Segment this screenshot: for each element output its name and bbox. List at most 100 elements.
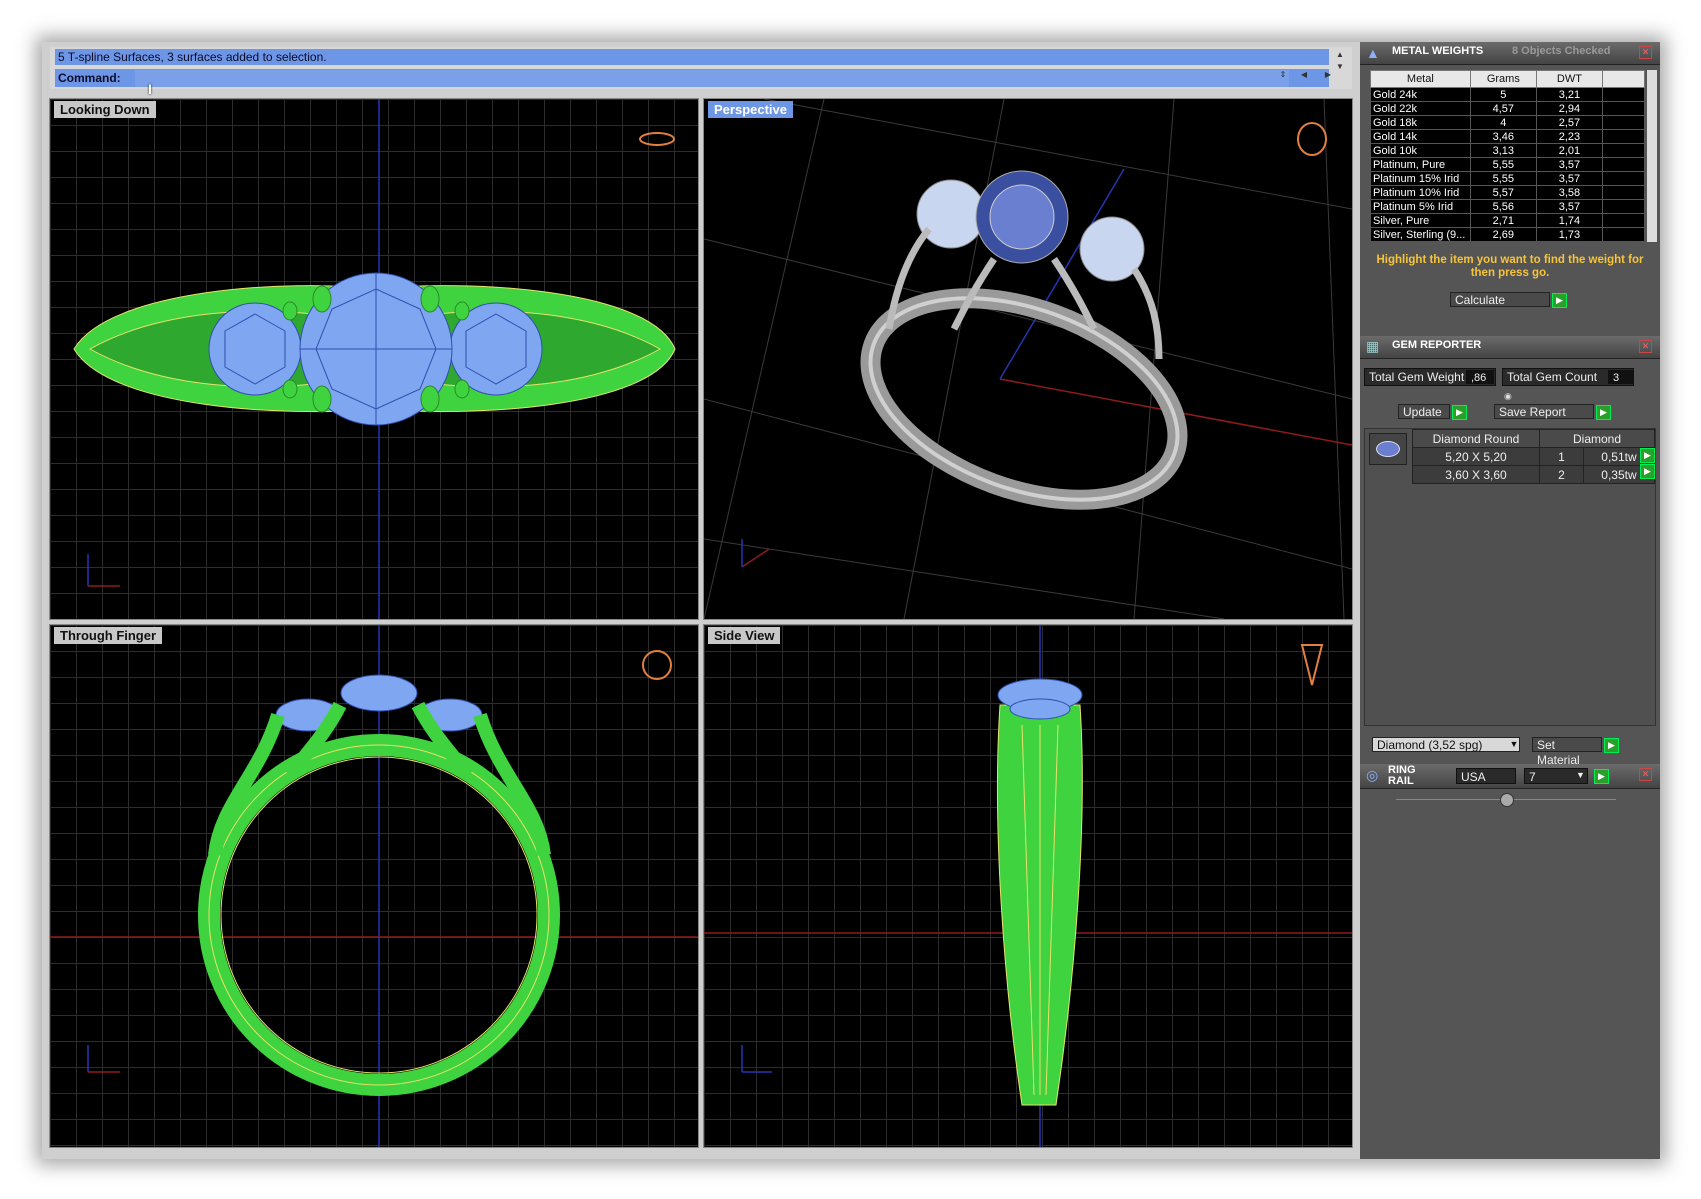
save-report-go-button[interactable]: ▶: [1596, 405, 1611, 420]
dwt-value: 2,94: [1535, 101, 1603, 116]
dwt-value: 3,57: [1535, 199, 1603, 214]
ring-rail-icon: ◎: [1366, 767, 1379, 783]
viewport-looking-down[interactable]: Looking Down: [49, 98, 699, 620]
update-go-button[interactable]: ▶: [1452, 405, 1467, 420]
viewport-perspective[interactable]: Perspective: [703, 98, 1353, 620]
command-input[interactable]: [135, 70, 1289, 87]
diamond-icon: [1376, 441, 1400, 457]
perspective-render: [704, 99, 1352, 619]
dwt-value: 1,73: [1535, 227, 1603, 242]
ring-rail-title: RING RAIL: [1388, 764, 1416, 787]
close-icon[interactable]: ✕: [1639, 46, 1652, 59]
gem-reporter-header[interactable]: ▦ GEM REPORTER ✕: [1360, 336, 1660, 359]
grams-value: 5,56: [1469, 199, 1537, 214]
gem-row-go-button[interactable]: ▶: [1640, 448, 1655, 463]
metal-name: Silver, Pure: [1370, 213, 1471, 228]
table-row[interactable]: Gold 22k 4,57 2,94: [1370, 101, 1646, 116]
empty-cell: [1601, 129, 1646, 144]
empty-cell: [1601, 87, 1646, 102]
scroll-left-icon[interactable]: ◀: [1298, 69, 1310, 81]
empty-cell: [1601, 101, 1646, 116]
column-header-metal[interactable]: Metal: [1370, 70, 1471, 88]
gem-size: 3,60 X 3,60: [1412, 465, 1540, 484]
metal-weights-header[interactable]: ▲ METAL WEIGHTS 8 Objects Checked ✕: [1360, 42, 1660, 65]
collapse-handle-icon[interactable]: ◉: [1504, 391, 1516, 401]
column-header-grams[interactable]: Grams: [1469, 70, 1537, 88]
empty-cell: [1601, 143, 1646, 158]
gem-thumbnail: [1369, 433, 1407, 465]
table-row[interactable]: Platinum 5% Irid 5,56 3,57: [1370, 199, 1646, 214]
gem-column-shape: Diamond Round: [1412, 429, 1540, 448]
ring-rail-header[interactable]: ◎ RING RAIL USA 7 ▼ ▶ ✕: [1360, 764, 1660, 789]
viewport-title[interactable]: Looking Down: [54, 101, 156, 118]
calculate-go-button[interactable]: ▶: [1552, 293, 1567, 308]
grams-value: 2,71: [1469, 213, 1537, 228]
dwt-value: 2,01: [1535, 143, 1603, 158]
viewport-through-finger[interactable]: Through Finger: [49, 624, 699, 1148]
metal-name: Gold 18k: [1370, 115, 1471, 130]
command-label: Command:: [58, 71, 121, 85]
ring-rail-slider-handle[interactable]: [1500, 793, 1514, 807]
metal-weights-hint: Highlight the item you want to find the …: [1376, 254, 1644, 279]
gem-reporter-title: GEM REPORTER: [1392, 339, 1482, 351]
table-row[interactable]: 3,60 X 3,60 2 0,35tw: [1412, 465, 1656, 484]
chevron-down-icon[interactable]: ▼: [1508, 738, 1520, 751]
viewport-title[interactable]: Through Finger: [54, 627, 163, 644]
table-row[interactable]: Gold 18k 4 2,57: [1370, 115, 1646, 130]
metal-name: Gold 24k: [1370, 87, 1471, 102]
viewport-title[interactable]: Side View: [708, 627, 781, 644]
viewport-title[interactable]: Perspective: [708, 101, 793, 118]
grams-value: 4,57: [1469, 101, 1537, 116]
column-header-dwt[interactable]: DWT: [1535, 70, 1603, 88]
table-row[interactable]: Silver, Pure 2,71 1,74: [1370, 213, 1646, 228]
table-row[interactable]: 5,20 X 5,20 1 0,51tw: [1412, 447, 1656, 466]
save-report-button[interactable]: Save Report: [1494, 404, 1594, 419]
empty-cell: [1601, 157, 1646, 172]
dwt-value: 2,57: [1535, 115, 1603, 130]
dwt-value: 1,74: [1535, 213, 1603, 228]
close-icon[interactable]: ✕: [1639, 340, 1652, 353]
grams-value: 5,55: [1469, 157, 1537, 172]
table-row[interactable]: Platinum, Pure 5,55 3,57: [1370, 157, 1646, 172]
dwt-value: 3,58: [1535, 185, 1603, 200]
empty-cell: [1601, 227, 1646, 242]
chevron-down-icon[interactable]: ▼: [1576, 770, 1585, 780]
material-select[interactable]: Diamond (3,52 spg): [1372, 737, 1520, 752]
close-icon[interactable]: ✕: [1639, 768, 1652, 781]
grams-value: 5,57: [1469, 185, 1537, 200]
ring-standard-field[interactable]: USA: [1456, 768, 1516, 784]
table-row[interactable]: Gold 24k 5 3,21: [1370, 87, 1646, 102]
table-row[interactable]: Platinum 10% Irid 5,57 3,58: [1370, 185, 1646, 200]
looking-down-render: [73, 99, 676, 619]
command-area: 5 T-spline Surfaces, 3 surfaces added to…: [50, 47, 1352, 89]
set-material-go-button[interactable]: ▶: [1604, 738, 1619, 753]
table-row[interactable]: Platinum 15% Irid 5,55 3,57: [1370, 171, 1646, 186]
calculate-dropdown[interactable]: Calculate: [1450, 292, 1550, 307]
table-row[interactable]: Gold 10k 3,13 2,01: [1370, 143, 1646, 158]
grams-value: 3,13: [1469, 143, 1537, 158]
scroll-right-icon[interactable]: ▶: [1322, 69, 1334, 81]
command-spin-icon[interactable]: ⇕: [1277, 69, 1289, 81]
table-row[interactable]: Silver, Sterling (9... 2,69 1,73: [1370, 227, 1646, 242]
metal-table-scrollbar[interactable]: [1647, 70, 1657, 242]
metal-name: Silver, Sterling (9...: [1370, 227, 1471, 242]
dwt-value: 3,57: [1535, 157, 1603, 172]
metal-weights-title: METAL WEIGHTS: [1392, 45, 1484, 57]
ring-rail-go-button[interactable]: ▶: [1594, 769, 1609, 784]
total-gem-count-value: 3: [1608, 370, 1634, 384]
table-row[interactable]: Gold 14k 3,46 2,23: [1370, 129, 1646, 144]
update-button[interactable]: Update: [1398, 404, 1450, 419]
set-material-button[interactable]: Set Material: [1532, 737, 1602, 767]
column-header-empty: [1601, 70, 1646, 88]
metal-name: Platinum 5% Irid: [1370, 199, 1471, 214]
side-panel: ▲ METAL WEIGHTS 8 Objects Checked ✕ Meta…: [1360, 42, 1660, 1159]
history-scroll-up-icon[interactable]: ▲: [1334, 49, 1346, 61]
history-scroll-down-icon[interactable]: ▼: [1334, 61, 1346, 73]
viewport-side-view[interactable]: Side View: [703, 624, 1353, 1148]
empty-cell: [1601, 213, 1646, 228]
gem-column-material: Diamond: [1539, 429, 1655, 448]
metal-weights-icon: ▲: [1366, 45, 1380, 61]
empty-cell: [1601, 185, 1646, 200]
metal-name: Platinum 15% Irid: [1370, 171, 1471, 186]
gem-row-go-button[interactable]: ▶: [1640, 464, 1655, 479]
